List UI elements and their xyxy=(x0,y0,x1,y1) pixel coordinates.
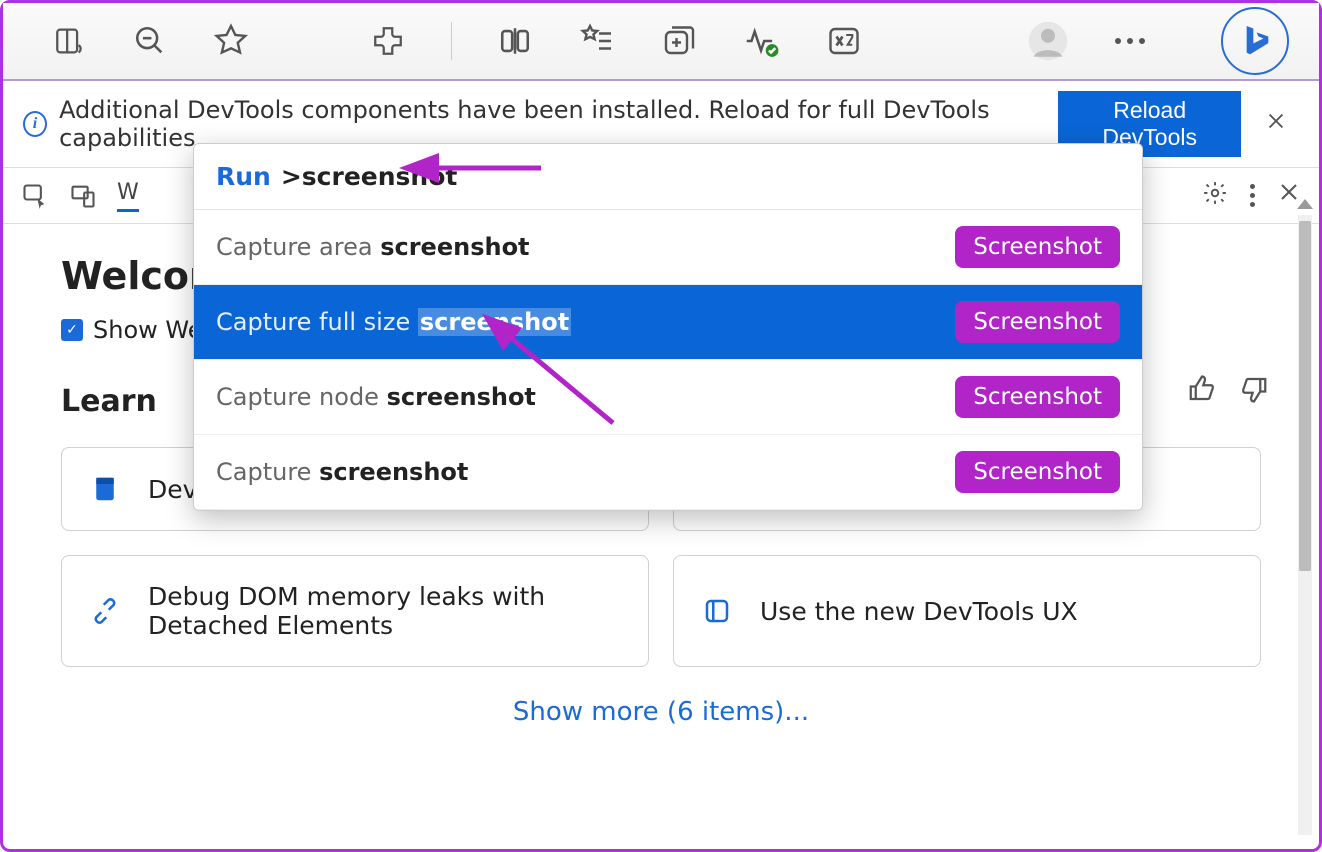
card-label: Debug DOM memory leaks with Detached Ele… xyxy=(148,582,620,640)
checkbox-icon[interactable]: ✓ xyxy=(61,319,83,341)
split-screen-icon[interactable] xyxy=(498,24,532,58)
run-query: >screenshot xyxy=(281,162,458,191)
card-label: Use the new DevTools UX xyxy=(760,597,1078,626)
command-item-label: Capture node screenshot xyxy=(216,383,536,411)
card-memory-leaks[interactable]: Debug DOM memory leaks with Detached Ele… xyxy=(61,555,649,667)
bing-chat-icon[interactable] xyxy=(1221,7,1289,75)
close-banner-icon[interactable] xyxy=(1253,105,1299,143)
zoom-out-icon[interactable] xyxy=(133,24,167,58)
command-item-badge: Screenshot xyxy=(955,301,1120,343)
profile-avatar-icon[interactable] xyxy=(1027,20,1069,62)
feedback-icons xyxy=(1187,374,1269,410)
command-menu-item[interactable]: Capture node screenshot Screenshot xyxy=(194,360,1142,435)
info-icon: i xyxy=(23,111,47,137)
settings-gear-icon[interactable] xyxy=(1202,180,1228,212)
thumbs-up-icon[interactable] xyxy=(1187,374,1217,410)
checkbox-label: Show Wel xyxy=(93,316,209,344)
command-item-badge: Screenshot xyxy=(955,376,1120,418)
tab-welcome-partial[interactable]: W xyxy=(117,180,139,212)
read-aloud-icon[interactable] xyxy=(53,24,87,58)
show-more-link[interactable]: Show more (6 items)... xyxy=(61,697,1261,727)
command-menu-input[interactable]: Run >screenshot xyxy=(194,144,1142,210)
toolbar-divider xyxy=(451,22,452,60)
more-menu-icon[interactable] xyxy=(1115,38,1145,44)
panel-icon xyxy=(702,596,732,626)
favorites-list-icon[interactable] xyxy=(578,23,614,59)
extensions-icon[interactable] xyxy=(371,24,405,58)
run-prefix: Run xyxy=(216,162,271,191)
command-item-badge: Screenshot xyxy=(955,226,1120,268)
command-item-label: Capture area screenshot xyxy=(216,233,530,261)
command-menu-item[interactable]: Capture area screenshot Screenshot xyxy=(194,210,1142,285)
browser-toolbar xyxy=(3,3,1319,81)
math-solver-icon[interactable] xyxy=(826,23,862,59)
collections-icon[interactable] xyxy=(660,23,696,59)
card-new-ux[interactable]: Use the new DevTools UX xyxy=(673,555,1261,667)
command-item-label: Capture screenshot xyxy=(216,458,468,486)
command-menu-item[interactable]: Capture full size screenshot Screenshot xyxy=(194,285,1142,360)
scrollbar[interactable] xyxy=(1298,215,1312,835)
thumbs-down-icon[interactable] xyxy=(1239,374,1269,410)
command-menu: Run >screenshot Capture area screenshot S… xyxy=(193,143,1143,511)
book-icon xyxy=(90,474,120,504)
device-toggle-icon[interactable] xyxy=(69,182,97,210)
kebab-menu-icon[interactable] xyxy=(1250,184,1255,207)
command-item-badge: Screenshot xyxy=(955,451,1120,493)
command-menu-item[interactable]: Capture screenshot Screenshot xyxy=(194,435,1142,510)
performance-icon[interactable] xyxy=(742,22,780,60)
link-break-icon xyxy=(90,596,120,626)
command-item-label: Capture full size screenshot xyxy=(216,308,571,336)
inspect-element-icon[interactable] xyxy=(21,182,49,210)
scroll-up-arrow-icon[interactable] xyxy=(1297,199,1313,209)
favorite-star-icon[interactable] xyxy=(213,23,249,59)
